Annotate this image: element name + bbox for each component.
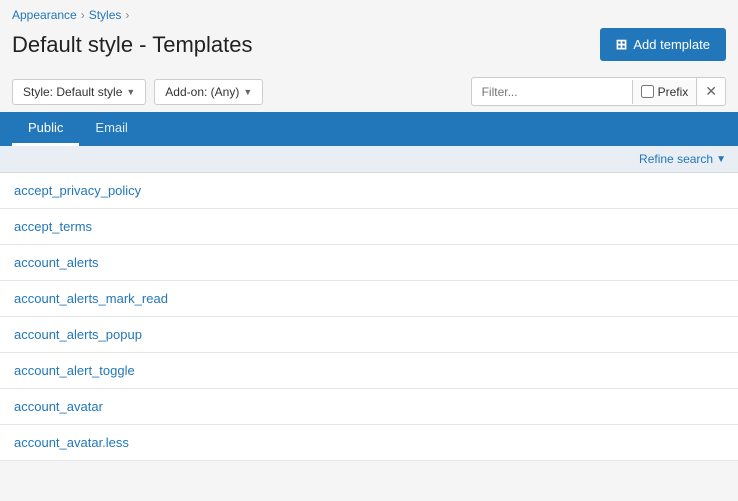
addon-dropdown-label: Add-on: (Any) [165, 85, 239, 99]
tab-public[interactable]: Public [12, 112, 79, 146]
template-row[interactable]: account_alerts_mark_read [0, 281, 738, 317]
template-row[interactable]: accept_terms [0, 209, 738, 245]
refine-search-arrow: ▼ [716, 154, 726, 165]
template-row[interactable]: account_avatar.less [0, 425, 738, 461]
prefix-checkbox[interactable] [641, 85, 654, 98]
breadcrumb: Appearance › Styles › [0, 0, 738, 26]
template-name: account_alerts_popup [14, 327, 142, 342]
template-name: account_alerts_mark_read [14, 291, 168, 306]
refine-bar: Refine search ▼ [0, 146, 738, 173]
template-name: account_avatar.less [14, 435, 129, 450]
breadcrumb-sep-1: › [81, 8, 85, 22]
template-list: accept_privacy_policy accept_termsaccount… [0, 173, 738, 461]
addon-dropdown-arrow: ▼ [243, 87, 252, 97]
breadcrumb-sep-2: › [125, 8, 129, 22]
breadcrumb-appearance[interactable]: Appearance [12, 8, 77, 22]
filter-close-button[interactable]: ✕ [696, 78, 725, 105]
filter-input[interactable] [472, 80, 632, 104]
close-icon: ✕ [705, 83, 717, 99]
template-name: accept_privacy_policy [14, 183, 141, 198]
template-name: account_avatar [14, 399, 103, 414]
template-name: account_alert_toggle [14, 363, 135, 378]
breadcrumb-styles[interactable]: Styles [89, 8, 122, 22]
template-row[interactable]: accept_privacy_policy [0, 173, 738, 209]
add-template-button[interactable]: ⊞ Add template [600, 28, 726, 61]
page-header: Default style - Templates ⊞ Add template [0, 26, 738, 71]
plus-icon: ⊞ [616, 36, 628, 53]
filter-area: Prefix ✕ [471, 77, 726, 106]
refine-search-button[interactable]: Refine search ▼ [639, 152, 726, 166]
style-dropdown[interactable]: Style: Default style ▼ [12, 79, 146, 105]
refine-search-label: Refine search [639, 152, 713, 166]
addon-dropdown[interactable]: Add-on: (Any) ▼ [154, 79, 263, 105]
template-row[interactable]: account_avatar [0, 389, 738, 425]
prefix-area: Prefix [632, 80, 697, 104]
tab-email[interactable]: Email [79, 112, 144, 146]
tabs-bar: Public Email [0, 112, 738, 146]
page-title: Default style - Templates [12, 32, 252, 58]
prefix-label: Prefix [658, 85, 689, 99]
style-dropdown-arrow: ▼ [126, 87, 135, 97]
template-name: account_alerts [14, 255, 99, 270]
template-row[interactable]: account_alerts_popup [0, 317, 738, 353]
add-template-label: Add template [633, 37, 710, 52]
template-row[interactable]: account_alert_toggle [0, 353, 738, 389]
template-name: accept_terms [14, 219, 92, 234]
template-row[interactable]: account_alerts [0, 245, 738, 281]
style-dropdown-label: Style: Default style [23, 85, 122, 99]
toolbar: Style: Default style ▼ Add-on: (Any) ▼ P… [0, 71, 738, 112]
